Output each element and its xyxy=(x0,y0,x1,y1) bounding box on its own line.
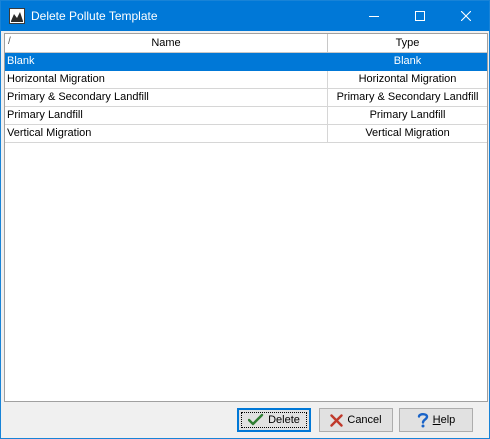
cell-type: Vertical Migration xyxy=(365,127,450,139)
template-grid[interactable]: / Name Type Blank Blank Horizontal Migra… xyxy=(4,33,488,402)
close-icon xyxy=(461,11,471,21)
dialog-window: Delete Pollute Template / Name Type Blan… xyxy=(0,0,490,439)
column-header-type[interactable]: Type xyxy=(328,34,487,52)
column-header-name[interactable]: Name xyxy=(5,34,328,52)
help-button-label: Help xyxy=(433,414,456,426)
title-bar[interactable]: Delete Pollute Template xyxy=(1,1,489,31)
cell-name: Primary & Secondary Landfill xyxy=(5,89,328,106)
table-row[interactable]: Horizontal Migration Horizontal Migratio… xyxy=(5,71,487,89)
cell-type: Primary & Secondary Landfill xyxy=(336,91,479,103)
delete-button[interactable]: Delete xyxy=(237,408,311,432)
minimize-icon xyxy=(369,16,379,17)
x-icon xyxy=(330,413,344,427)
cell-name: Horizontal Migration xyxy=(5,71,328,88)
close-button[interactable] xyxy=(443,1,489,31)
help-label-rest: elp xyxy=(440,414,456,426)
app-icon xyxy=(9,8,25,24)
help-mnemonic: H xyxy=(432,414,441,426)
table-row[interactable]: Vertical Migration Vertical Migration xyxy=(5,125,487,143)
table-row[interactable]: Primary & Secondary Landfill Primary & S… xyxy=(5,89,487,107)
delete-button-label: Delete xyxy=(268,414,300,426)
maximize-button[interactable] xyxy=(397,1,443,31)
cancel-button[interactable]: Cancel xyxy=(319,408,393,432)
help-button[interactable]: Help xyxy=(399,408,473,432)
cell-name: Blank xyxy=(5,53,328,70)
cell-type: Horizontal Migration xyxy=(358,73,457,85)
cancel-button-label: Cancel xyxy=(347,414,382,426)
checkmark-icon xyxy=(248,413,264,426)
cell-name: Primary Landfill xyxy=(5,107,328,124)
cell-name: Vertical Migration xyxy=(5,125,328,142)
window-title: Delete Pollute Template xyxy=(31,9,158,23)
question-mark-icon xyxy=(417,412,428,428)
cell-type: Primary Landfill xyxy=(369,109,446,121)
grid-header: / Name Type xyxy=(5,34,487,53)
maximize-icon xyxy=(415,11,425,21)
table-row[interactable]: Blank Blank xyxy=(5,53,487,71)
table-row[interactable]: Primary Landfill Primary Landfill xyxy=(5,107,487,125)
minimize-button[interactable] xyxy=(351,1,397,31)
cell-type: Blank xyxy=(393,55,422,67)
